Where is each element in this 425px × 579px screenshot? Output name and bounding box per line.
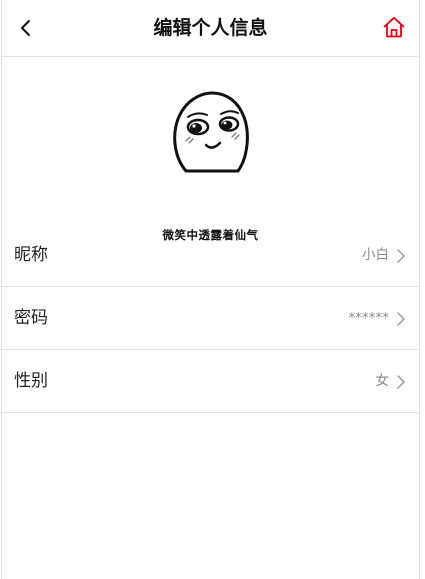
- nickname-value: 小白: [362, 247, 389, 263]
- top-nav-bar: 编辑个人信息: [2, 0, 419, 57]
- gender-label: 性别: [14, 371, 48, 391]
- nickname-label: 昵称: [14, 245, 48, 265]
- password-label: 密码: [14, 308, 48, 328]
- gender-row[interactable]: 性别 女: [2, 350, 419, 413]
- home-icon: [383, 16, 405, 38]
- avatar-section: 微笑中透露着仙气: [2, 57, 419, 242]
- home-button[interactable]: [381, 13, 407, 41]
- page-title: 编辑个人信息: [153, 17, 268, 39]
- chevron-right-icon: [397, 375, 405, 389]
- password-row[interactable]: 密码 ******: [2, 287, 419, 350]
- avatar-image[interactable]: [152, 87, 267, 187]
- chevron-right-icon: [397, 312, 405, 326]
- chevron-right-icon: [397, 249, 405, 263]
- gender-value: 女: [375, 373, 390, 389]
- app-frame: 编辑个人信息 微笑中透露着仙气 昵称 小白 密码 ****** 性别 女: [1, 0, 420, 579]
- nickname-row[interactable]: 昵称 小白: [2, 224, 419, 287]
- profile-field-list: 昵称 小白 密码 ****** 性别 女: [2, 224, 419, 413]
- password-value: ******: [348, 310, 390, 326]
